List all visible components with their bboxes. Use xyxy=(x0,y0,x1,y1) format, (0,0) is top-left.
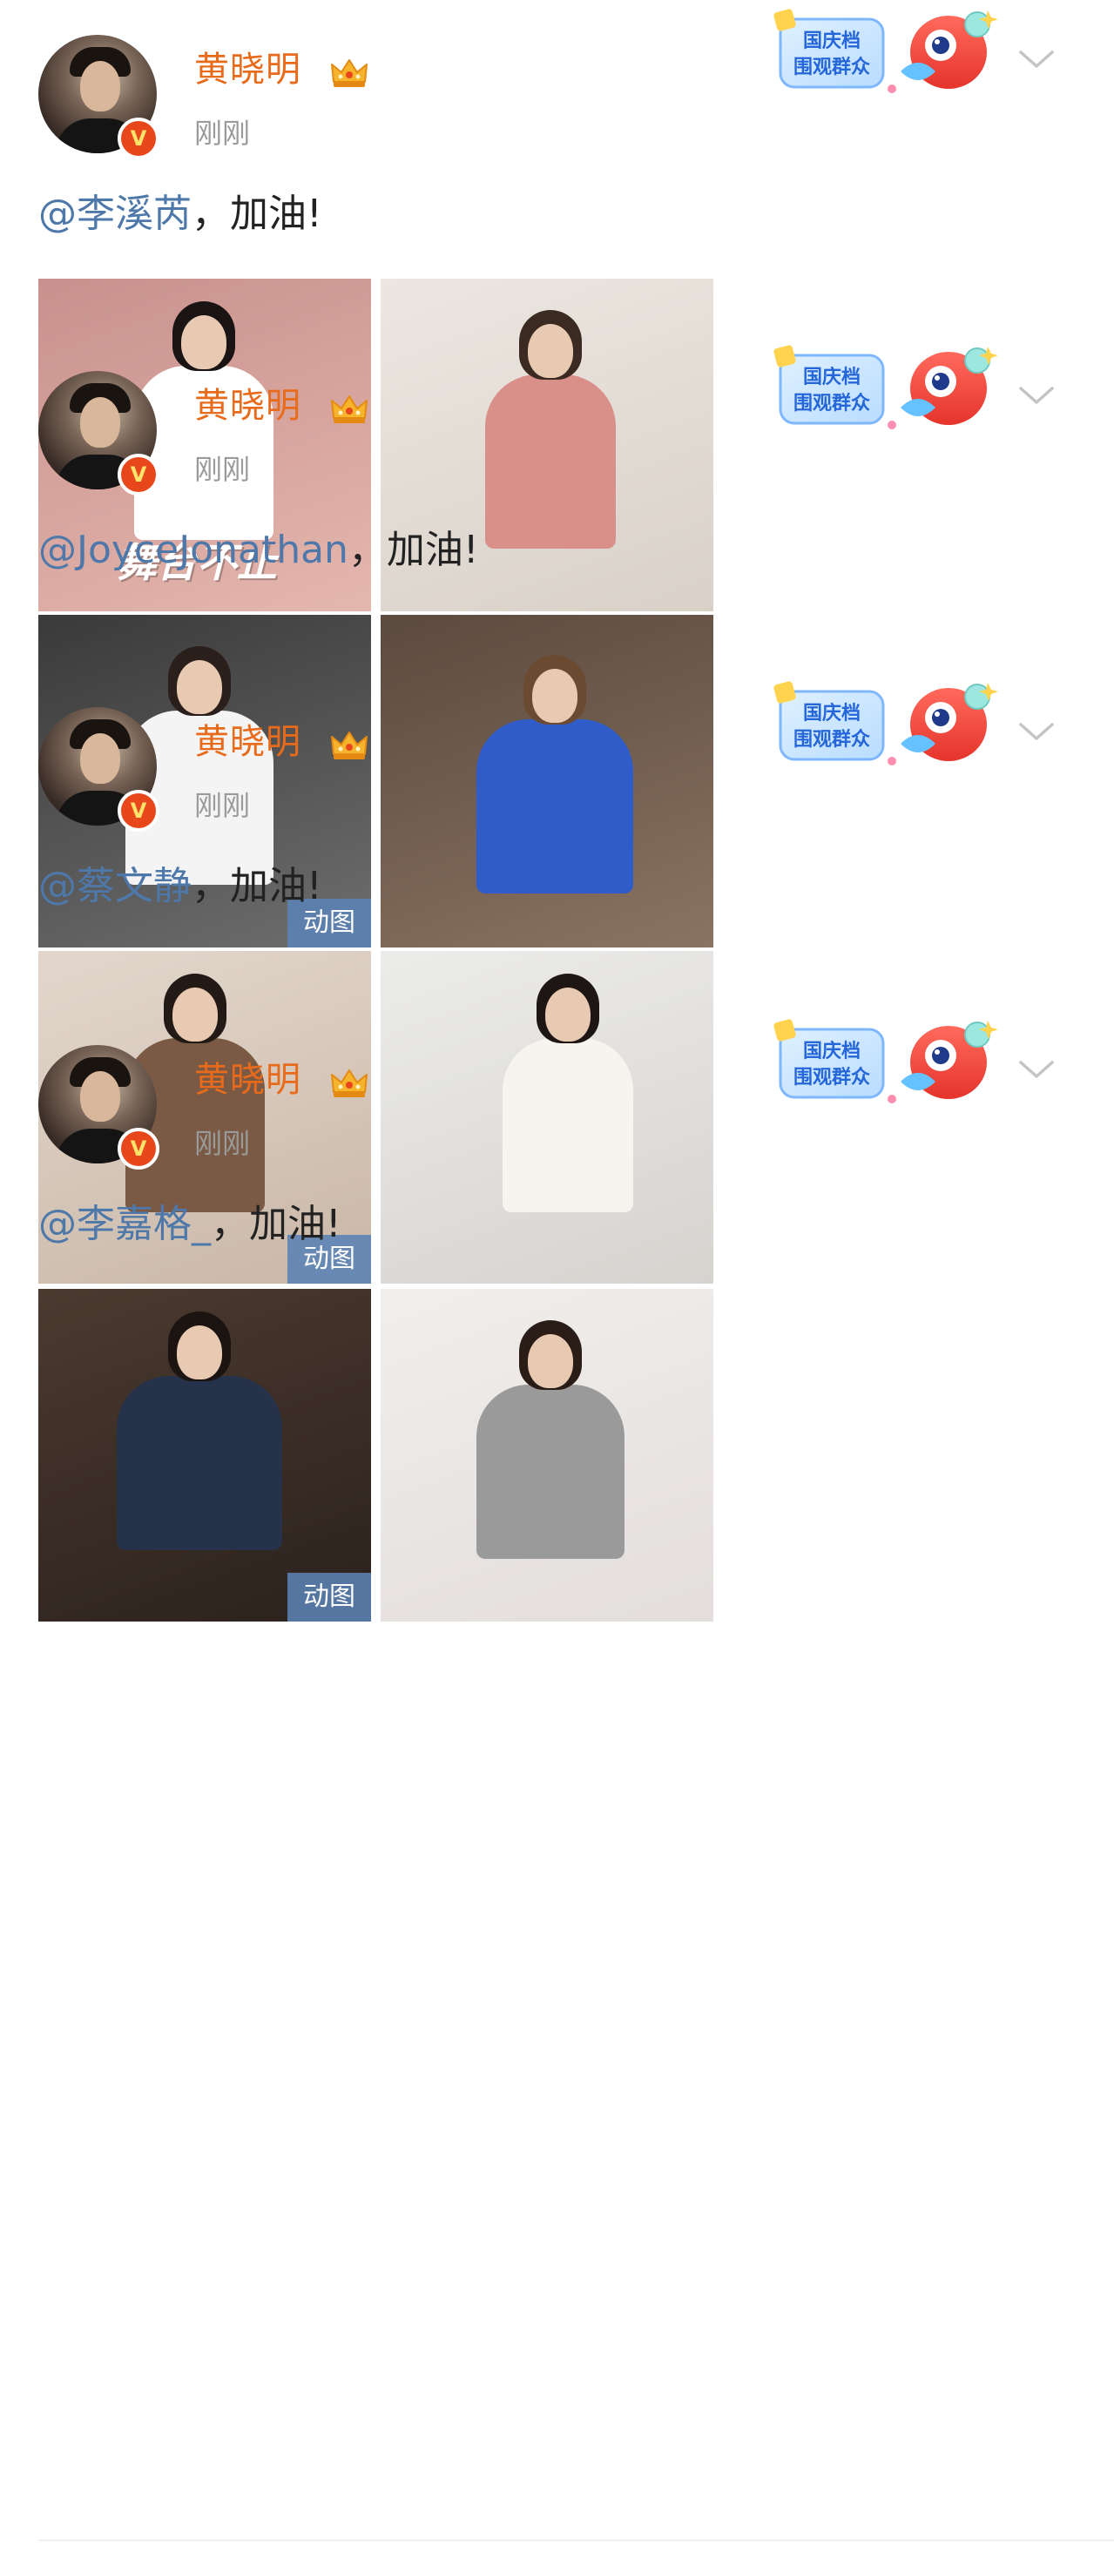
username[interactable]: 黄晓明 xyxy=(194,49,301,91)
verified-icon: V xyxy=(118,790,159,832)
post-text: @李溪芮，加油! xyxy=(38,190,322,239)
post-time: 刚刚 xyxy=(194,789,251,822)
mention-link[interactable]: @蔡文静 xyxy=(38,864,192,908)
crown-icon xyxy=(328,1066,370,1099)
chevron-down-icon[interactable] xyxy=(1017,47,1056,71)
post-text: @JoyceJonathan，加油! xyxy=(38,526,479,575)
verified-icon: V xyxy=(118,454,159,496)
photo-thumbnail[interactable]: 动图 xyxy=(38,1289,371,1622)
gif-badge: 动图 xyxy=(287,1573,371,1622)
holiday-badge-sticker[interactable]: 国庆档 围观群众 xyxy=(770,1012,998,1109)
username[interactable]: 黄晓明 xyxy=(194,385,301,427)
photo-subject xyxy=(381,1289,713,1622)
post-text-suffix: ，加油! xyxy=(192,864,322,908)
badge-text-line2: 围观群众 xyxy=(793,56,870,78)
verified-icon: V xyxy=(118,118,159,159)
badge-text-line1: 国庆档 xyxy=(803,702,861,724)
badge-text-line2: 围观群众 xyxy=(793,728,870,750)
post-text-suffix: ，加油! xyxy=(192,192,322,236)
badge-text-line2: 围观群众 xyxy=(793,1066,870,1088)
post-time: 刚刚 xyxy=(194,453,251,486)
holiday-badge-sticker[interactable]: 国庆档 围观群众 xyxy=(770,2,998,99)
mention-link[interactable]: @李溪芮 xyxy=(38,192,192,236)
post-text: @蔡文静，加油! xyxy=(38,862,322,911)
mention-link[interactable]: @JoyceJonathan xyxy=(38,528,348,572)
badge-text-line1: 国庆档 xyxy=(803,366,861,388)
chevron-down-icon[interactable] xyxy=(1017,383,1056,408)
badge-text-line1: 国庆档 xyxy=(803,1040,861,1062)
chevron-down-icon[interactable] xyxy=(1017,1057,1056,1082)
crown-icon xyxy=(328,728,370,761)
holiday-badge-sticker[interactable]: 国庆档 围观群众 xyxy=(770,338,998,435)
post-card: V 黄晓明刚刚 国庆档围观群众 @李嘉格_，加油! 动图 xyxy=(0,1010,1114,1642)
post-text-suffix: ，加油! xyxy=(348,528,479,572)
post-text-suffix: ，加油! xyxy=(211,1202,341,1246)
crown-icon xyxy=(328,392,370,425)
mention-link[interactable]: @李嘉格_ xyxy=(38,1202,211,1246)
photo-thumbnail[interactable] xyxy=(381,1289,713,1622)
post-text: @李嘉格_，加油! xyxy=(38,1200,341,1249)
post-time: 刚刚 xyxy=(194,117,251,150)
chevron-down-icon[interactable] xyxy=(1017,719,1056,744)
username[interactable]: 黄晓明 xyxy=(194,1059,301,1101)
holiday-badge-sticker[interactable]: 国庆档 围观群众 xyxy=(770,674,998,772)
photo-subject xyxy=(38,1289,371,1622)
post-time: 刚刚 xyxy=(194,1127,251,1160)
verified-icon: V xyxy=(118,1128,159,1170)
crown-icon xyxy=(328,56,370,89)
badge-text-line2: 围观群众 xyxy=(793,392,870,414)
username[interactable]: 黄晓明 xyxy=(194,721,301,763)
badge-text-line1: 国庆档 xyxy=(803,30,861,51)
feed-divider xyxy=(38,2539,1114,2541)
